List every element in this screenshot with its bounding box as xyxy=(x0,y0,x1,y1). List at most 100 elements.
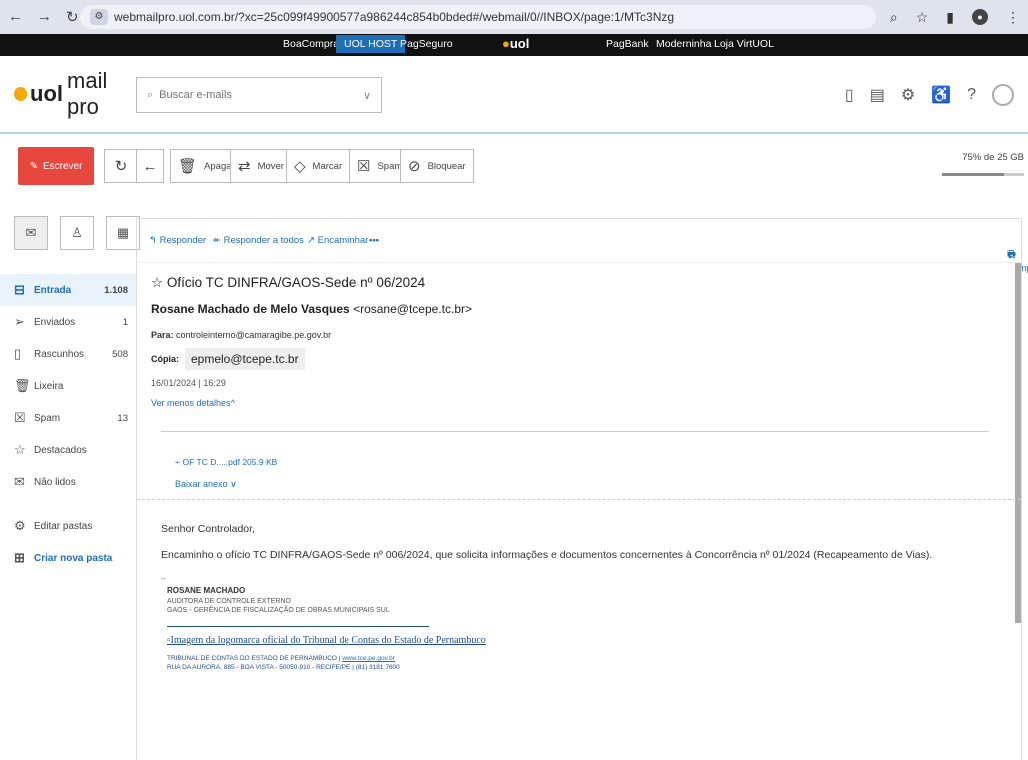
bookmark-star-icon[interactable]: ☆ xyxy=(916,9,929,26)
message-header: ☆ Ofício TC DINFRA/GAOS-Sede nº 06/2024 … xyxy=(151,275,991,408)
sidebar-item-destacados[interactable]: ☆ Destacados xyxy=(0,434,136,466)
back-to-list-button[interactable]: ← xyxy=(136,149,164,183)
signature: -- ROSANE MACHADO AUDITORA DE CONTROLE E… xyxy=(161,575,1001,616)
sidebar-item-entrada[interactable]: ⊟ Entrada 1.108 xyxy=(0,274,136,306)
sig-dash: -- xyxy=(161,576,166,583)
reload-icon[interactable]: ↻ xyxy=(66,8,79,26)
recipient-cc: Cópia: epmelo@tcepe.tc.br xyxy=(151,348,991,370)
avatar[interactable] xyxy=(992,84,1014,106)
topbar-link-lojavirtuol[interactable]: Loja VirtUOL xyxy=(714,38,774,50)
menu-icon[interactable]: ⋮ xyxy=(1006,9,1020,26)
contacts-icon: ♙ xyxy=(71,225,83,240)
body-paragraph: Encaminho o ofício TC DINFRA/GAOS-Sede n… xyxy=(161,549,933,561)
sidebar-item-criar-nova-pasta[interactable]: ⊞ Criar nova pasta xyxy=(0,542,136,574)
zoom-icon[interactable]: ⌕ xyxy=(890,9,898,26)
reply-all-button[interactable]: ↞ Responder a todos xyxy=(213,235,304,246)
chevron-up-icon: ^ xyxy=(230,398,235,408)
mail-logo[interactable]: uol mail pro xyxy=(14,68,140,120)
layout-icon[interactable]: ▤ xyxy=(870,85,885,105)
mail-toolbar: ✎ Escrever ↻ ← 🗑 Apagar ⇄ Mover ◇ Marcar ☒ S… xyxy=(0,134,1028,196)
folder-label: Lixeira xyxy=(34,380,64,392)
attachment-item[interactable]: ⌁ OF TC D.....pdf 205.9 KB xyxy=(175,457,277,468)
message-pane: ↰ Responder ↞ Responder a todos ↗ Encami… xyxy=(136,218,1028,760)
cc-address[interactable]: epmelo@tcepe.tc.br xyxy=(185,348,305,370)
logo-alt-text: Imagem da logomarca oficial do Tribunal … xyxy=(170,635,486,647)
forward-icon[interactable]: → xyxy=(37,8,52,26)
compose-button[interactable]: ✎ Escrever xyxy=(18,147,94,185)
folder-count: 1.108 xyxy=(104,284,128,296)
sender-name: Rosane Machado de Melo Vasques xyxy=(151,302,350,316)
search-box: ⌕ ∨ xyxy=(136,77,382,113)
sig-site-link[interactable]: www.tce.pe.gov.br xyxy=(342,655,395,662)
topbar-link-moderninha[interactable]: Moderninha xyxy=(656,38,711,50)
folder-label: Destacados xyxy=(34,444,87,456)
accessibility-icon[interactable]: ♿ xyxy=(931,85,951,105)
chevron-down-icon[interactable]: ∨ xyxy=(363,89,371,102)
more-button[interactable]: ••• xyxy=(369,235,379,246)
browser-nav: ← → ↻ xyxy=(8,8,80,26)
folder-label: Spam xyxy=(34,412,61,424)
topbar-link-uolhost[interactable]: UOL HOST xyxy=(336,35,406,53)
help-icon[interactable]: ? xyxy=(967,86,976,104)
topbar-link-pagbank[interactable]: PagBank xyxy=(606,38,649,50)
sidebar-item-nao-lidos[interactable]: ✉ Não lidos xyxy=(0,466,136,498)
message-date: 16/01/2024 | 16:29 xyxy=(151,378,226,388)
folder-label: Entrada xyxy=(34,284,72,296)
browser-chrome: ← → ↻ ⚙ webmailpro.uol.com.br/?xc=25c099… xyxy=(0,0,1028,34)
tab-calendar[interactable]: ▦ xyxy=(106,216,140,250)
forward-button[interactable]: ↗ Encaminhar xyxy=(307,235,368,246)
move-button[interactable]: ⇄ Mover xyxy=(230,149,292,183)
tab-contacts[interactable]: ♙ xyxy=(60,216,94,250)
search-input[interactable] xyxy=(159,89,363,101)
folder-label: Não lidos xyxy=(34,476,76,488)
subject-text: Ofício TC DINFRA/GAOS-Sede nº 06/2024 xyxy=(166,275,426,290)
scrollbar[interactable] xyxy=(1015,263,1021,623)
folder-label: Criar nova pasta xyxy=(34,552,113,564)
topbar-link-pagseguro[interactable]: PagSeguro xyxy=(400,38,453,50)
toggle-details-link[interactable]: Ver menos detalhes^ xyxy=(151,398,991,408)
sidebar-item-spam[interactable]: ☒ Spam 13 xyxy=(0,402,136,434)
sidebar-item-enviados[interactable]: ➢ Enviados 1 xyxy=(0,306,136,338)
star-icon: ☆ xyxy=(14,442,26,457)
site-info-icon[interactable]: ⚙ xyxy=(90,9,108,25)
star-icon[interactable]: ☆ xyxy=(151,275,163,290)
app-header: uol mail pro ⌕ ∨ ▯ ▤ ⚙ ♿ ? xyxy=(0,56,1028,134)
block-button[interactable]: ⊘ Bloquear xyxy=(400,149,474,183)
tab-mail[interactable]: ✉ xyxy=(14,216,48,250)
storage-quota: 75% de 25 GB xyxy=(942,152,1024,176)
reply-button[interactable]: ↰ Responder xyxy=(149,235,206,246)
sidepanel-icon[interactable]: ▮ xyxy=(946,9,954,26)
reply-label: Responder xyxy=(159,235,207,246)
move-icon: ⇄ xyxy=(238,158,251,175)
sidebar-item-rascunhos[interactable]: ▯ Rascunhos 508 xyxy=(0,338,136,370)
refresh-button[interactable]: ↻ xyxy=(104,149,138,183)
quota-bar-fill xyxy=(942,173,1004,176)
spam-icon: ☒ xyxy=(357,158,371,175)
sidebar-item-lixeira[interactable]: 🗑 Lixeira xyxy=(0,370,136,402)
uol-topbar: BoaCompra UOL HOST PagSeguro ●uol PagBan… xyxy=(0,34,1028,56)
chevron-down-icon: ∨ xyxy=(230,479,237,489)
gear-icon[interactable]: ⚙ xyxy=(901,85,915,105)
back-icon[interactable]: ← xyxy=(8,8,23,26)
mobile-icon[interactable]: ▯ xyxy=(845,85,854,105)
popout-icon[interactable]: ⧉ xyxy=(1007,247,1016,262)
browser-actions: ⌕ ☆ ▮ ● ⋮ xyxy=(890,9,1020,26)
new-folder-icon: ⊞ xyxy=(14,550,25,565)
address-bar[interactable]: ⚙ webmailpro.uol.com.br/?xc=25c099f49900… xyxy=(80,5,876,29)
sidebar-item-editar-pastas[interactable]: ⚙ Editar pastas xyxy=(0,510,136,542)
download-attachment-link[interactable]: Baixar anexo ∨ xyxy=(175,479,237,490)
topbar-link-boacompra[interactable]: BoaCompra xyxy=(283,38,339,50)
message-body: Senhor Controlador, Encaminho o ofício T… xyxy=(161,523,1001,672)
forward-label: Encaminhar xyxy=(317,235,369,246)
compose-label: Escrever xyxy=(42,160,83,172)
folder-label: Rascunhos xyxy=(34,348,85,360)
uol-topbar-logo[interactable]: ●uol xyxy=(502,36,529,51)
profile-icon[interactable]: ● xyxy=(972,9,988,25)
mark-button[interactable]: ◇ Marcar xyxy=(286,149,351,183)
pencil-icon: ✎ xyxy=(29,160,38,172)
tce-logo-image-link[interactable]: ▫Imagem da logomarca oficial do Tribunal… xyxy=(167,635,1001,646)
header-divider xyxy=(161,431,989,432)
to-address: controleinterno@camaragibe.pe.gov.br xyxy=(176,330,332,340)
cc-label: Cópia: xyxy=(151,354,179,364)
search-icon: ⌕ xyxy=(147,88,154,101)
